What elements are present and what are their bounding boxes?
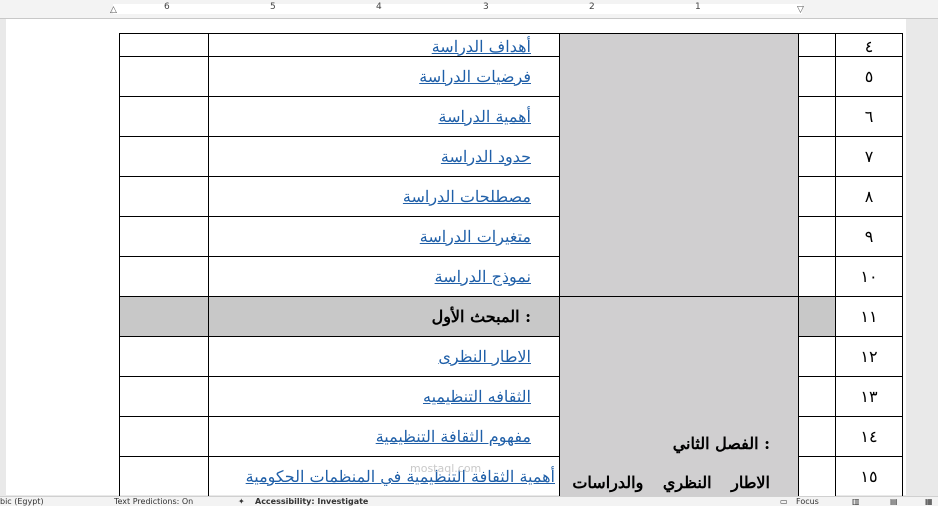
page-number-cell[interactable] xyxy=(119,456,209,497)
row-number: ١٤ xyxy=(835,416,903,457)
title-cell[interactable]: نموذج الدراسة xyxy=(208,256,560,297)
page-number-cell[interactable] xyxy=(119,216,209,257)
title-cell[interactable]: الثقافه التنظيميه xyxy=(208,376,560,417)
ruler-number: 3 xyxy=(483,2,489,12)
page-number-cell[interactable] xyxy=(119,176,209,217)
toc-link[interactable]: الاطار النظرى xyxy=(438,347,531,366)
title-cell[interactable]: أهمية الدراسة xyxy=(208,96,560,137)
title-cell[interactable]: متغيرات الدراسة xyxy=(208,216,560,257)
title-cell[interactable]: حدود الدراسة xyxy=(208,136,560,177)
section-heading: المبحث الأول : xyxy=(431,307,531,326)
toc-link[interactable]: فرضيات الدراسة xyxy=(419,67,531,86)
toc-link[interactable]: مفهوم الثقافة التنظيمية xyxy=(376,427,531,446)
spacer-cell xyxy=(798,456,836,497)
chapter-cell[interactable] xyxy=(559,33,799,297)
row-number: ٧ xyxy=(835,136,903,177)
spacer-cell xyxy=(798,136,836,177)
table-row: أهداف الدراسة ٤ xyxy=(119,33,903,297)
row-number: ١٣ xyxy=(835,376,903,417)
page-number-cell[interactable] xyxy=(119,256,209,297)
row-number: ١١ xyxy=(835,296,903,337)
page-number-cell[interactable] xyxy=(119,136,209,177)
ruler-indent-marker-icon[interactable]: ▽ xyxy=(797,5,804,15)
title-cell[interactable]: أهمية الثقافة التنظيمية في المنظمات الحك… xyxy=(208,456,560,497)
toc-link[interactable]: مصطلحات الدراسة xyxy=(403,187,531,206)
table-row: المبحث الأول : الفصل الثاني : الاطار الن… xyxy=(119,296,903,497)
page-number-cell[interactable] xyxy=(119,416,209,457)
spacer-cell xyxy=(798,33,836,57)
chapter-subtitle: الاطار النظري والدراسات xyxy=(572,473,770,492)
spacer-cell xyxy=(798,56,836,97)
toc-link[interactable]: الثقافه التنظيميه xyxy=(423,387,531,406)
spacer-cell xyxy=(798,336,836,377)
page-number-cell[interactable] xyxy=(119,96,209,137)
title-cell[interactable]: مصطلحات الدراسة xyxy=(208,176,560,217)
toc-link[interactable]: حدود الدراسة xyxy=(441,147,531,166)
toc-link[interactable]: أهمية الثقافة التنظيمية في المنظمات الحك… xyxy=(246,467,555,486)
page-number-cell[interactable] xyxy=(119,33,209,57)
ruler-number: 4 xyxy=(376,2,382,12)
title-cell[interactable]: الاطار النظرى xyxy=(208,336,560,377)
spacer-cell xyxy=(798,416,836,457)
ruler-number: 1 xyxy=(695,2,701,12)
spacer-cell xyxy=(798,256,836,297)
spacer-cell xyxy=(798,296,836,337)
row-number: ١٥ xyxy=(835,456,903,497)
chapter-title: الفصل الثاني : xyxy=(672,434,770,453)
row-number: ١٢ xyxy=(835,336,903,377)
title-cell[interactable]: أهداف الدراسة xyxy=(208,33,560,57)
page-number-cell[interactable] xyxy=(119,336,209,377)
spacer-cell xyxy=(798,216,836,257)
row-number: ٨ xyxy=(835,176,903,217)
row-number: ٦ xyxy=(835,96,903,137)
toc-link[interactable]: نموذج الدراسة xyxy=(435,267,531,286)
toc-link[interactable]: أهمية الدراسة xyxy=(439,107,532,126)
title-cell[interactable]: فرضيات الدراسة xyxy=(208,56,560,97)
toc-link[interactable]: أهداف الدراسة xyxy=(432,37,531,56)
spacer-cell xyxy=(798,176,836,217)
ruler-number: 2 xyxy=(589,2,595,12)
watermark: mostaql.com xyxy=(410,462,482,475)
ruler-number: 6 xyxy=(164,2,170,12)
page-number-cell[interactable] xyxy=(119,56,209,97)
spacer-cell xyxy=(798,376,836,417)
toc-link[interactable]: متغيرات الدراسة xyxy=(420,227,531,246)
ruler-indent-marker-icon[interactable]: △ xyxy=(110,5,117,15)
row-number: ٤ xyxy=(835,33,903,57)
title-cell[interactable]: المبحث الأول : xyxy=(208,296,560,337)
chapter-cell[interactable]: الفصل الثاني : الاطار النظري والدراسات xyxy=(559,296,799,497)
page-number-cell[interactable] xyxy=(119,376,209,417)
row-number: ٩ xyxy=(835,216,903,257)
ruler-number: 5 xyxy=(270,2,276,12)
title-cell[interactable]: مفهوم الثقافة التنظيمية xyxy=(208,416,560,457)
row-number: ١٠ xyxy=(835,256,903,297)
contents-table: أهداف الدراسة ٤ فرضيات الدراسة ٥ أهمية ا… xyxy=(119,33,903,497)
document-page[interactable]: أهداف الدراسة ٤ فرضيات الدراسة ٥ أهمية ا… xyxy=(6,19,906,497)
row-number: ٥ xyxy=(835,56,903,97)
spacer-cell xyxy=(798,96,836,137)
horizontal-ruler[interactable]: △ 6 5 4 3 2 1 ▽ xyxy=(0,0,938,19)
page-number-cell[interactable] xyxy=(119,296,209,337)
